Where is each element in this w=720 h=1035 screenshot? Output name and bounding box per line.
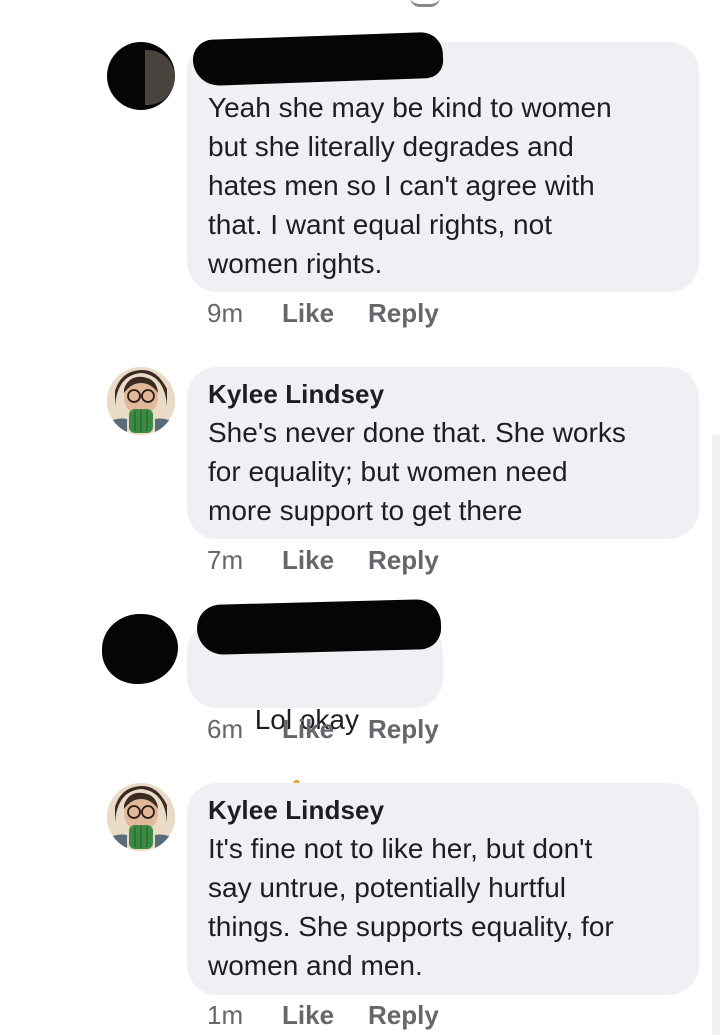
comment-timestamp: 6m <box>207 713 244 744</box>
profile-photo-icon <box>107 783 175 851</box>
comment-author[interactable]: Kylee Lindsey <box>208 379 384 410</box>
comment-timestamp: 1m <box>207 999 244 1030</box>
avatar-kylee-lindsey[interactable] <box>107 783 175 851</box>
reply-button[interactable]: Reply <box>368 545 439 576</box>
comment-bubble: Yeah she may be kind to women but she li… <box>187 31 699 292</box>
comment-bubble: Lol okay <box>187 598 443 807</box>
like-button[interactable]: Like <box>282 298 368 329</box>
comment-text: She's never done that. She works for equ… <box>208 417 626 526</box>
scrollbar[interactable] <box>712 435 720 1035</box>
redacted-author-name <box>192 31 444 87</box>
profile-photo-icon <box>107 367 175 435</box>
comment-actions: 6m Like Reply <box>207 712 439 746</box>
comment-timestamp: 9m <box>207 297 244 328</box>
like-button[interactable]: Like <box>282 714 368 745</box>
reply-button[interactable]: Reply <box>368 1000 439 1031</box>
comment-actions: 1m Like Reply <box>207 998 439 1032</box>
like-button[interactable]: Like <box>282 1000 368 1031</box>
comment-author[interactable]: Kylee Lindsey <box>208 795 384 826</box>
like-button[interactable]: Like <box>282 545 368 576</box>
comment-bubble: Kylee Lindsey It's fine not to like her,… <box>187 783 699 995</box>
comment-text: Yeah she may be kind to women but she li… <box>208 92 612 279</box>
comment-bubble: Kylee Lindsey She's never done that. She… <box>187 367 699 539</box>
comment-actions: 7m Like Reply <box>207 543 439 577</box>
comment-text: It's fine not to like her, but don't say… <box>208 833 614 981</box>
redacted-author-name <box>196 598 442 656</box>
avatar-kylee-lindsey[interactable] <box>107 367 175 435</box>
comment-timestamp: 7m <box>207 544 244 575</box>
clipped-text-fragment <box>410 0 440 7</box>
avatar-redacted[interactable] <box>107 42 175 110</box>
avatar-redacted[interactable] <box>102 614 178 684</box>
reply-button[interactable]: Reply <box>368 298 439 329</box>
comment-actions: 9m Like Reply <box>207 296 439 330</box>
reply-button[interactable]: Reply <box>368 714 439 745</box>
